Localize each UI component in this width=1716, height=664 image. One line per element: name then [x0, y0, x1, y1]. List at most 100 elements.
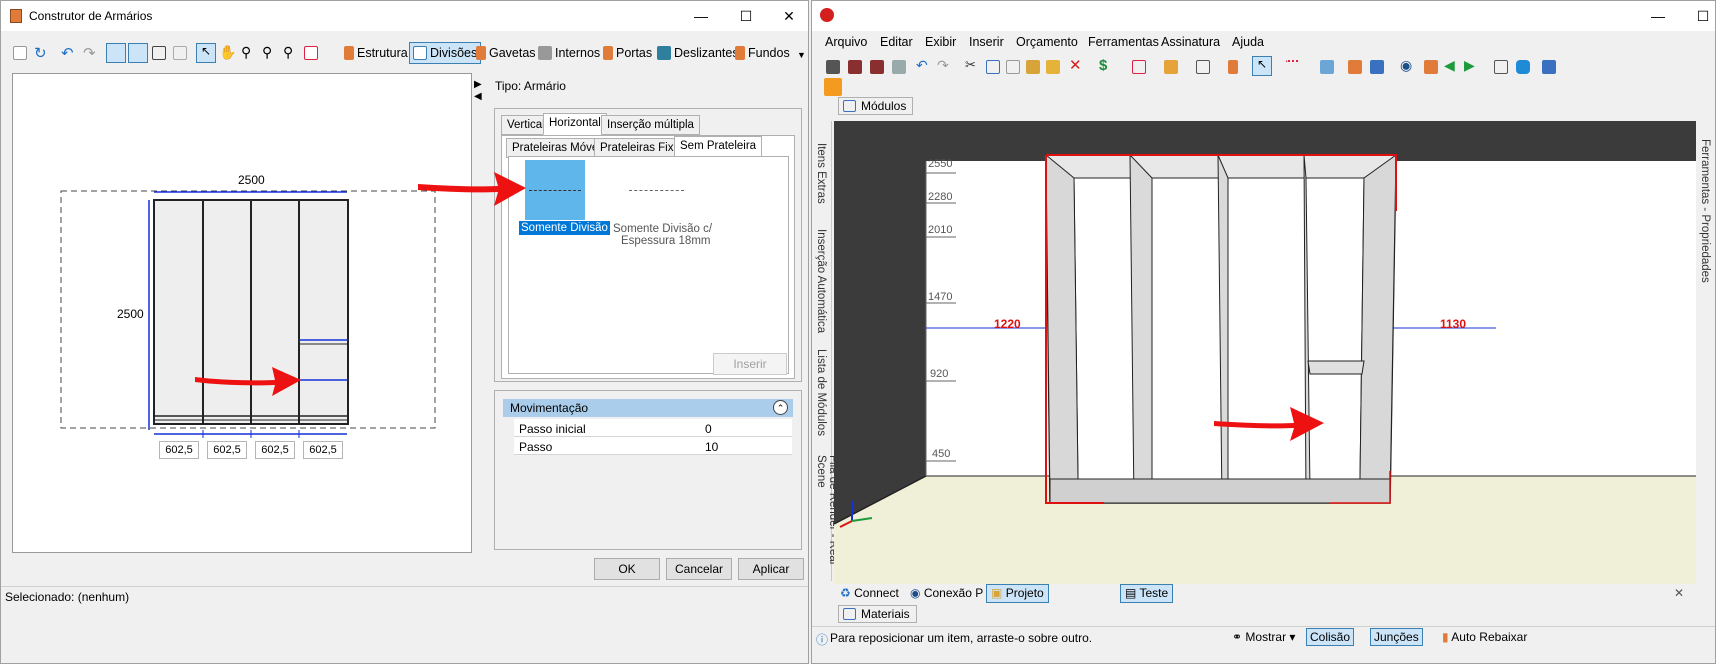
copy-icon[interactable]	[986, 60, 1000, 74]
redo-icon[interactable]: ↷	[83, 44, 96, 62]
undo-icon[interactable]: ↶	[916, 57, 928, 74]
material-icon[interactable]	[1348, 60, 1362, 74]
minimize-icon[interactable]: —	[691, 6, 711, 26]
tab-conexao[interactable]: ◉ Conexão P	[910, 586, 983, 600]
property-row[interactable]: Passo 10	[514, 437, 792, 455]
collapse-right-icon[interactable]: ▶	[474, 79, 482, 90]
juncoes-toggle[interactable]: Junções	[1370, 628, 1423, 646]
close-icon[interactable]: ✕	[779, 6, 799, 26]
tab-estrutura[interactable]: Estrutura	[341, 42, 411, 64]
delete-icon[interactable]: ✕	[1069, 56, 1082, 74]
option-2-label-line2[interactable]: Espessura 18mm	[621, 235, 710, 247]
select-icon[interactable]: ↖	[1252, 56, 1272, 76]
tab-horizontal[interactable]: Horizontal	[543, 113, 607, 135]
tab-gavetas[interactable]: Gavetas	[473, 42, 539, 64]
maximize-icon[interactable]: ☐	[736, 6, 756, 26]
menu-orcamento[interactable]: Orçamento	[1016, 35, 1078, 49]
grid-icon[interactable]	[173, 46, 187, 60]
mostrar-button[interactable]: ⚭ Mostrar ▾	[1232, 630, 1295, 644]
column-width-3[interactable]: 602,5	[255, 441, 295, 459]
tab-teste[interactable]: ▤ Teste	[1120, 584, 1174, 603]
tab-sem-prateleira[interactable]: Sem Prateleira	[674, 136, 763, 158]
minimize-icon[interactable]: —	[1648, 6, 1668, 26]
side-tab-ferramentas[interactable]: Ferramentas - Propriedades	[1699, 139, 1711, 283]
color-icon[interactable]	[1424, 60, 1438, 74]
user-icon[interactable]	[824, 78, 842, 96]
door-icon[interactable]	[152, 46, 166, 60]
tab-connect[interactable]: ♻ Connect	[840, 586, 899, 600]
overflow-icon[interactable]: ▼	[797, 50, 806, 60]
side-tab-lista-modulos[interactable]: Lista de Módulos	[815, 349, 827, 436]
close-tab-icon[interactable]: ✕	[1674, 586, 1684, 600]
property-value[interactable]: 10	[705, 440, 718, 454]
maximize-icon[interactable]: ☐	[1693, 6, 1713, 26]
layers-icon[interactable]	[1320, 60, 1334, 74]
zoom-icon[interactable]: ⚲	[241, 44, 251, 61]
auto-rebaixar-toggle[interactable]: ▮ Auto Rebaixar	[1442, 630, 1527, 644]
colisao-toggle[interactable]: Colisão	[1306, 628, 1355, 646]
property-row[interactable]: Passo inicial 0	[514, 419, 792, 437]
printer-icon[interactable]	[892, 60, 906, 74]
doc-tab-modulos[interactable]: Módulos	[838, 97, 914, 115]
menu-editar[interactable]: Editar	[880, 35, 913, 49]
snap-icon[interactable]	[106, 43, 126, 63]
arrow-right-icon[interactable]: ▶	[1464, 57, 1475, 74]
option-1-label[interactable]: Somente Divisão	[519, 221, 610, 235]
new-icon[interactable]	[13, 46, 27, 60]
tab-insercao-multipla[interactable]: Inserção múltipla	[601, 115, 700, 135]
aplicar-button[interactable]: Aplicar	[738, 558, 804, 580]
menu-ferramentas[interactable]: Ferramentas	[1088, 35, 1159, 49]
render-icon[interactable]	[870, 60, 884, 74]
tab-internos[interactable]: Internos	[535, 42, 603, 64]
menu-exibir[interactable]: Exibir	[925, 35, 956, 49]
measure-icon[interactable]	[1286, 60, 1300, 74]
collapse-left-icon[interactable]: ◀	[474, 91, 482, 102]
tab-portas[interactable]: Portas	[600, 42, 655, 64]
cut-icon[interactable]: ✂	[965, 57, 976, 73]
brush-icon[interactable]	[1046, 60, 1060, 74]
tab-divisoes[interactable]: Divisões	[409, 42, 482, 64]
chat-icon[interactable]	[1516, 60, 1530, 74]
column-width-2[interactable]: 602,5	[207, 441, 247, 459]
snap2-icon[interactable]	[128, 43, 148, 63]
option-2-label-line1[interactable]: Somente Divisão c/	[613, 223, 712, 235]
tab-projeto[interactable]: ▣ Projeto	[986, 584, 1049, 603]
property-value[interactable]: 0	[705, 422, 712, 436]
pan-icon[interactable]: ✋	[219, 44, 236, 61]
frame-icon[interactable]	[304, 46, 318, 60]
side-tab-itens-extras[interactable]: Itens Extras	[815, 143, 827, 204]
group-icon[interactable]	[1164, 60, 1178, 74]
menu-inserir[interactable]: Inserir	[969, 35, 1004, 49]
budget-icon[interactable]: $	[1099, 57, 1107, 74]
ok-button[interactable]: OK	[594, 558, 660, 580]
print-icon[interactable]	[848, 60, 862, 74]
module-icon[interactable]	[1228, 60, 1238, 74]
doc-tab-materiais[interactable]: Materiais	[838, 605, 917, 623]
movimentacao-header[interactable]: Movimentação ⌃	[503, 399, 793, 417]
viewport-3d[interactable]: 2550 2280 2010 1470 920 450 1220 1130	[833, 121, 1696, 584]
arrow-left-icon[interactable]: ◀	[1444, 57, 1455, 74]
paste-icon[interactable]	[1006, 60, 1020, 74]
menu-assinatura[interactable]: Assinatura	[1161, 35, 1220, 49]
refresh-icon[interactable]: ↻	[34, 44, 47, 62]
option-2-preview-line[interactable]	[629, 190, 684, 191]
menu-ajuda[interactable]: Ajuda	[1232, 35, 1264, 49]
side-tab-insercao-automatica[interactable]: Inserção Automática	[815, 229, 827, 333]
shape-icon[interactable]	[1196, 60, 1210, 74]
zoom-out-icon[interactable]: ⚲	[262, 44, 272, 61]
view3d-icon[interactable]	[1370, 60, 1384, 74]
collapse-icon[interactable]: ⌃	[773, 400, 788, 415]
save-icon[interactable]	[826, 60, 840, 74]
pointer-icon[interactable]: ↖	[196, 43, 216, 63]
grid-color-icon[interactable]	[1542, 60, 1556, 74]
drawing-canvas[interactable]: 2500 2500 602,5 602,5 602,5 602,5	[12, 73, 472, 553]
layout-icon[interactable]	[1132, 60, 1146, 74]
panel-icon[interactable]	[1494, 60, 1508, 74]
cancelar-button[interactable]: Cancelar	[666, 558, 732, 580]
redo-icon[interactable]: ↷	[937, 57, 949, 74]
inserir-button[interactable]: Inserir	[713, 353, 787, 375]
zoom-fit-icon[interactable]: ⚲	[283, 44, 293, 61]
column-width-1[interactable]: 602,5	[159, 441, 199, 459]
eye-icon[interactable]: ◉	[1400, 57, 1412, 74]
undo-icon[interactable]: ↶	[61, 44, 74, 62]
